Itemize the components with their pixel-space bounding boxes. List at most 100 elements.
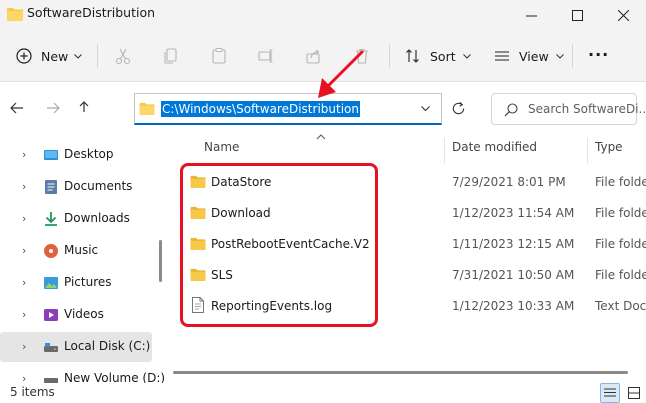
sort-button[interactable]: Sort: [405, 40, 471, 72]
window-title: SoftwareDistribution: [27, 5, 156, 20]
copy-icon: [164, 48, 177, 64]
file-date: 1/11/2023 12:15 AM: [452, 237, 575, 251]
sort-icon: [406, 49, 419, 63]
tiles-view-icon: [628, 387, 640, 399]
horizontal-scrollbar[interactable]: [173, 371, 628, 374]
rename-button[interactable]: [257, 40, 275, 72]
details-view-button[interactable]: [600, 383, 620, 403]
address-bar[interactable]: C:\Windows\SoftwareDistribution: [134, 93, 442, 125]
chevron-down-icon: [555, 53, 564, 59]
file-type: Text Docu: [595, 299, 646, 313]
sidebar-item-new-volume-d[interactable]: › New Volume (D:): [0, 364, 165, 385]
back-arrow-icon[interactable]: [10, 102, 24, 114]
toolbar-separator: [572, 44, 573, 68]
file-date: 7/31/2021 10:50 AM: [452, 268, 575, 282]
sidebar-item-videos[interactable]: › Videos: [0, 300, 152, 330]
sidebar-item-pictures[interactable]: › Pictures: [0, 268, 152, 298]
sort-ascending-icon: [316, 134, 326, 140]
chevron-right-icon[interactable]: ›: [22, 244, 26, 257]
item-count: 5 items: [10, 385, 55, 399]
chevron-right-icon[interactable]: ›: [22, 276, 26, 289]
sidebar-item-label: Downloads: [64, 211, 130, 225]
paste-button[interactable]: [210, 40, 228, 72]
column-divider[interactable]: [444, 138, 445, 164]
drive-icon: [44, 343, 58, 352]
sidebar-item-downloads[interactable]: › Downloads: [0, 204, 152, 234]
close-icon: [617, 9, 629, 21]
more-label: ···: [588, 44, 610, 64]
minimize-icon: [525, 15, 537, 16]
chevron-down-icon: [74, 53, 83, 59]
column-header-date-modified[interactable]: Date modified: [452, 140, 537, 162]
new-button[interactable]: New: [16, 40, 83, 72]
refresh-icon[interactable]: [451, 101, 466, 116]
sidebar-item-desktop[interactable]: › Desktop: [0, 140, 152, 170]
close-button[interactable]: [600, 0, 646, 30]
music-icon: [44, 244, 58, 258]
details-view-icon: [604, 388, 616, 397]
chevron-right-icon[interactable]: ›: [22, 212, 26, 225]
clipboard-icon: [212, 47, 226, 64]
file-date: 7/29/2021 8:01 PM: [452, 175, 566, 189]
column-header-type[interactable]: Type: [595, 140, 623, 162]
status-bar: 5 items: [0, 383, 646, 403]
documents-icon: [45, 180, 57, 194]
red-arrow-annotation: [318, 50, 364, 98]
new-label: New: [41, 48, 69, 64]
sidebar-item-documents[interactable]: › Documents: [0, 172, 152, 202]
tiles-view-button[interactable]: [624, 383, 644, 403]
rename-icon: [258, 49, 273, 63]
sidebar-item-music[interactable]: › Music: [0, 236, 152, 266]
file-type: File folder: [595, 206, 646, 220]
folder-icon: [139, 102, 155, 115]
scissors-icon: [115, 48, 131, 65]
folder-icon: [7, 8, 23, 21]
sidebar-item-label: Documents: [64, 179, 133, 193]
copy-button[interactable]: [162, 40, 180, 72]
sidebar-item-label: Pictures: [64, 275, 112, 289]
sidebar-scrollbar[interactable]: [159, 240, 162, 282]
desktop-icon: [44, 150, 58, 160]
file-type: File folder: [595, 237, 646, 251]
chevron-right-icon[interactable]: ›: [22, 308, 26, 321]
view-button[interactable]: View: [494, 40, 564, 72]
pictures-icon: [44, 277, 58, 289]
sort-label: Sort: [430, 48, 456, 64]
maximize-button[interactable]: [554, 0, 600, 30]
up-arrow-icon[interactable]: [78, 101, 90, 113]
file-date: 1/12/2023 10:33 AM: [452, 299, 575, 313]
sidebar-item-label: Videos: [64, 307, 104, 321]
toolbar-separator: [389, 44, 390, 68]
title-bar: SoftwareDistribution: [0, 0, 646, 30]
more-options-button[interactable]: ···: [588, 38, 609, 70]
red-highlight-box: [180, 163, 378, 327]
sidebar-item-label: Music: [64, 243, 99, 257]
cut-button[interactable]: [114, 40, 132, 72]
file-type: File folder: [595, 268, 646, 282]
search-box[interactable]: Search SoftwareDi...: [491, 93, 646, 125]
videos-icon: [44, 309, 58, 321]
maximize-icon: [571, 9, 583, 21]
toolbar-separator: [97, 44, 98, 68]
sidebar-item-label: Desktop: [64, 147, 114, 161]
chevron-right-icon[interactable]: ›: [22, 180, 26, 193]
plus-circle-icon: [16, 48, 32, 64]
chevron-down-icon[interactable]: [421, 106, 430, 112]
forward-arrow-icon[interactable]: [46, 102, 60, 114]
view-list-icon: [495, 51, 509, 61]
view-label: View: [519, 48, 549, 64]
navigation-pane: › Desktop › Documents › Downloads › Musi…: [0, 138, 165, 385]
search-icon: [504, 103, 518, 117]
sidebar-item-local-disk-c[interactable]: › Local Disk (C:): [0, 332, 152, 362]
chevron-down-icon: [462, 53, 471, 59]
column-divider[interactable]: [587, 138, 588, 164]
file-type: File folder: [595, 175, 646, 189]
sidebar-item-label: Local Disk (C:): [64, 339, 151, 353]
column-header-name[interactable]: Name: [204, 140, 239, 162]
downloads-icon: [45, 212, 57, 226]
minimize-button[interactable]: [508, 0, 554, 30]
chevron-right-icon[interactable]: ›: [22, 340, 26, 353]
file-date: 1/12/2023 11:54 AM: [452, 206, 575, 220]
chevron-right-icon[interactable]: ›: [22, 148, 26, 161]
search-placeholder: Search SoftwareDi...: [528, 102, 646, 116]
